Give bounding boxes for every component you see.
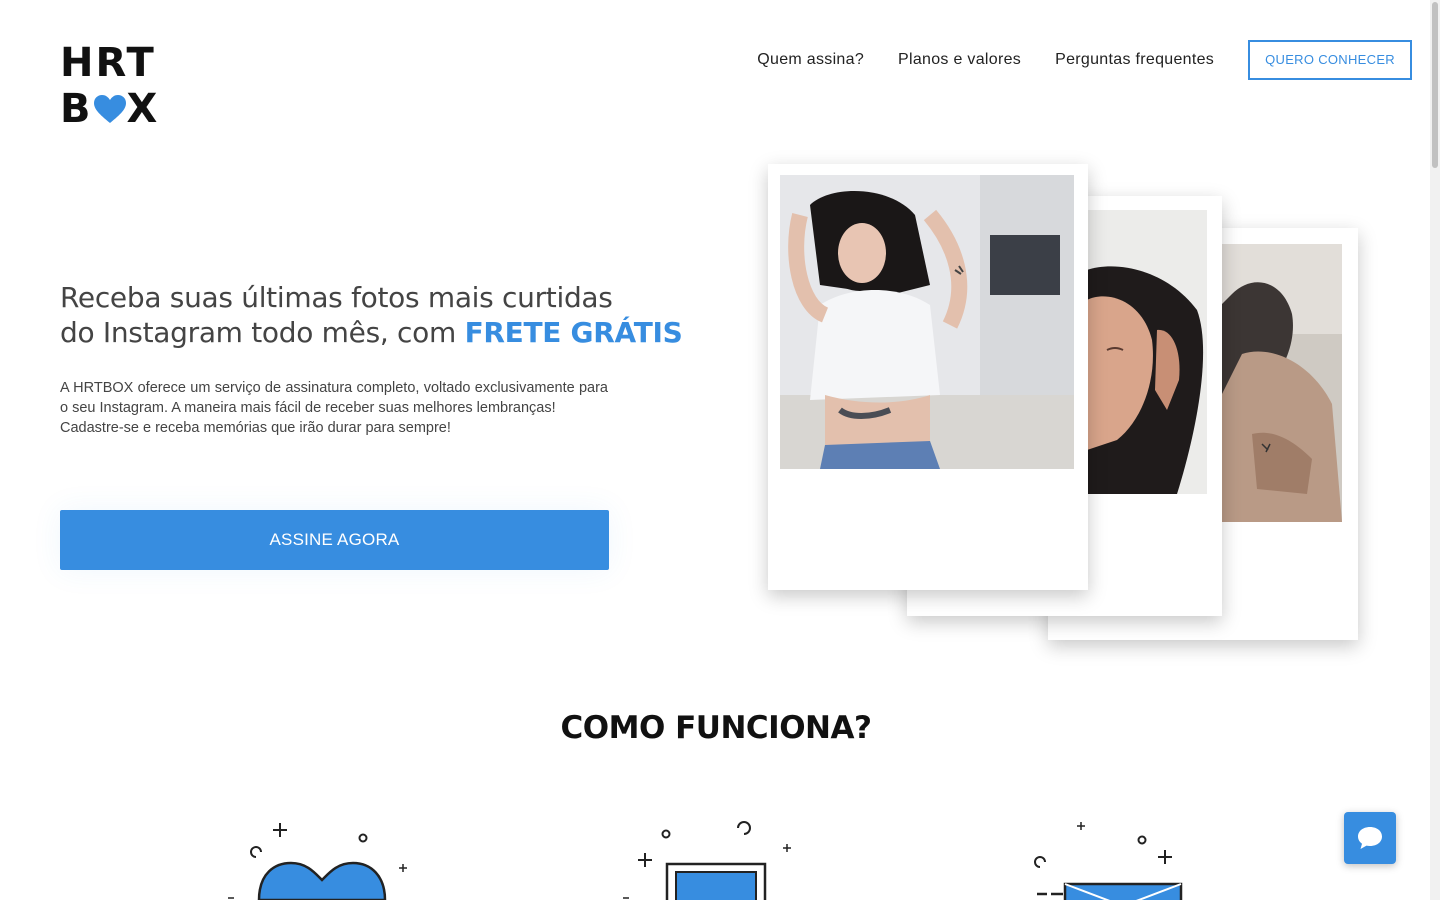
chat-icon <box>1358 827 1382 849</box>
nav-perguntas-frequentes[interactable]: Perguntas frequentes <box>1055 51 1214 69</box>
headline-line2: do Instagram todo mês, com <box>60 316 465 349</box>
headline-accent: FRETE GRÁTIS <box>464 316 683 349</box>
photo-back <box>1222 244 1342 522</box>
heart-icon <box>93 95 126 123</box>
page-scrollbar[interactable] <box>1430 0 1440 900</box>
nav-quem-assina[interactable]: Quem assina? <box>757 51 864 69</box>
main-nav: Quem assina? Planos e valores Perguntas … <box>757 40 1412 80</box>
photo-front <box>780 175 1074 469</box>
hero-description: A HRTBOX oferece um serviço de assinatur… <box>60 378 608 438</box>
quero-conhecer-button[interactable]: QUERO CONHECER <box>1248 40 1412 80</box>
nav-planos-valores[interactable]: Planos e valores <box>898 51 1021 69</box>
logo-letter-x: X <box>126 86 160 132</box>
photo-frame-illustration <box>623 821 791 900</box>
assine-agora-button[interactable]: ASSINE AGORA <box>60 510 609 570</box>
scrollbar-thumb[interactable] <box>1432 2 1438 168</box>
description-line1: A HRTBOX oferece um serviço de assinatur… <box>60 380 608 416</box>
photo-middle <box>1087 210 1207 494</box>
logo-letter-b: B <box>60 86 93 132</box>
chat-button[interactable] <box>1344 812 1396 864</box>
como-funciona-title: COMO FUNCIONA? <box>560 710 872 746</box>
headline-line1: Receba suas últimas fotos mais curtidas <box>60 281 613 314</box>
polaroid-card-front <box>768 164 1088 590</box>
logo[interactable]: HRT B X <box>60 40 160 132</box>
heart-illustration <box>228 823 407 900</box>
envelope-illustration <box>1034 822 1183 900</box>
logo-line1: HRT <box>60 40 156 86</box>
description-line2: Cadastre-se e receba memórias que irão d… <box>60 420 451 436</box>
hero-headline: Receba suas últimas fotos mais curtidas … <box>60 280 683 350</box>
